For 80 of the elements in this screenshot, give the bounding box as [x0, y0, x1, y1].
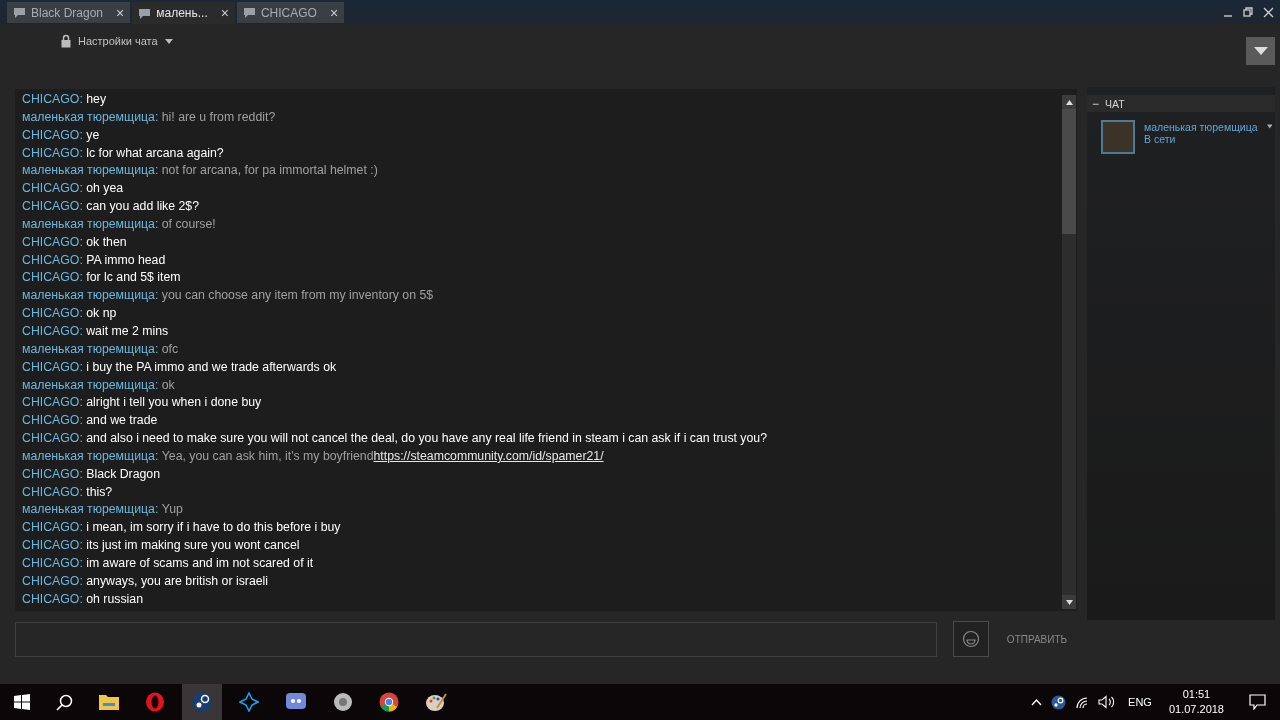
chat-message: маленькая тюремщица: ok: [22, 376, 176, 394]
chat-message: маленькая тюремщица: Yea, you can ask him, it's my boyfriendhttps://steamcommunity.com/id/spamer21/: [22, 447, 605, 465]
chat-message: маленькая тюремщица: not for arcana, for pa immortal helmet :): [22, 162, 379, 180]
chat-message: CHICAGO: and we trade: [22, 412, 159, 430]
steam-icon[interactable]: [1051, 694, 1067, 710]
chat-message: CHICAGO: for lc and 5$ item: [22, 269, 182, 287]
send-button[interactable]: ОТПРАВИТЬ: [997, 633, 1077, 645]
chat-message: CHICAGO: oh yea: [22, 180, 125, 198]
chat-message: маленькая тюремщица: you can choose any item from my inventory on 5$: [22, 287, 435, 305]
close-tab-button[interactable]: ×: [220, 5, 229, 21]
chat-message: CHICAGO: ok then: [22, 233, 128, 251]
caret-icon: [1253, 47, 1268, 55]
notification-icon[interactable]: [1249, 694, 1266, 710]
chat-message: маленькая тюремщица: ofc: [22, 340, 180, 358]
scrollbar[interactable]: [1062, 95, 1076, 609]
chat-message: CHICAGO: alright i tell you when i done buy: [22, 394, 263, 412]
chat-message: CHICAGO: anyways, you are british or israeli: [22, 572, 270, 590]
steam-icon[interactable]: [191, 691, 213, 713]
chat-message: CHICAGO: can you add like 2$?: [22, 198, 201, 216]
chrome-icon[interactable]: [379, 692, 399, 712]
close-icon[interactable]: [1263, 7, 1274, 18]
scrollbar-thumb[interactable]: [1062, 109, 1076, 234]
search-icon[interactable]: [56, 693, 73, 711]
chat-message: маленькая тюремщица: Yup: [22, 501, 184, 519]
chat-message: CHICAGO: ye: [22, 126, 101, 144]
chat-message: CHICAGO: wait me 2 mins: [22, 322, 170, 340]
caret-icon: [164, 38, 173, 44]
collapse-toggle[interactable]: −: [1092, 96, 1099, 111]
close-tab-button[interactable]: ×: [329, 4, 339, 21]
chat-message: маленькая тюремщица: hi! are u from reddit?: [22, 108, 277, 126]
chat-message: CHICAGO: im aware of scams and im not scared of it: [22, 554, 315, 572]
chat-message: CHICAGO: hey: [22, 91, 108, 108]
language-indicator[interactable]: ENG: [1128, 696, 1152, 708]
friend-status: В сети: [1144, 133, 1177, 145]
chat-app-icon[interactable]: [285, 692, 307, 712]
scroll-up-icon[interactable]: [1065, 99, 1073, 105]
message-link[interactable]: https://steamcommunity.com/id/spamer21/: [373, 448, 604, 463]
chat-message: CHICAGO: this?: [22, 483, 114, 501]
emoticon-button[interactable]: [953, 621, 989, 657]
chat-message: CHICAGO: and also i need to make sure you will not cancel the deal, do you have any real life friend in steam i can ask if i can trust you?: [22, 430, 769, 448]
friend-name[interactable]: маленькая тюремщица: [1144, 122, 1258, 134]
group-header[interactable]: − ЧАТ: [1087, 95, 1275, 112]
palette-icon[interactable]: [425, 692, 447, 712]
message-input[interactable]: [15, 621, 937, 657]
chat-bubble-icon: [138, 7, 152, 19]
close-tab-button[interactable]: ×: [116, 4, 125, 21]
chat-message: CHICAGO: i mean, im sorry if i have to do this before i buy: [22, 519, 342, 537]
chat-message: CHICAGO: i buy the PA immo and we trade afterwards ok: [22, 358, 338, 376]
folder-icon[interactable]: [99, 694, 119, 710]
chat-message: CHICAGO: oh russian: [22, 590, 144, 608]
tab-label: Black Dragon: [31, 5, 104, 20]
volume-icon[interactable]: [1098, 695, 1116, 709]
tab-label: CHICAGO: [260, 5, 317, 20]
clock-date[interactable]: 01.07.2018: [1168, 702, 1224, 717]
chat-bubble-icon: [242, 7, 256, 18]
group-label: ЧАТ: [1105, 97, 1125, 110]
chat-message: CHICAGO: lc for what arcana again?: [22, 144, 225, 162]
chevron-up-icon[interactable]: [1031, 698, 1043, 706]
chat-message: CHICAGO: Black Dragon: [22, 465, 162, 483]
clock-time[interactable]: 01:51: [1182, 687, 1211, 702]
smiley-icon: [962, 630, 980, 648]
chat-settings-button[interactable]: Настройки чата: [61, 34, 173, 48]
chat-bubble-icon: [13, 7, 26, 18]
scroll-down-icon[interactable]: [1065, 599, 1073, 605]
chat-tab[interactable]: малень... ×: [132, 2, 235, 24]
chat-message: CHICAGO: ok np: [22, 305, 118, 323]
chat-tab[interactable]: Black Dragon ×: [7, 2, 131, 23]
restore-icon[interactable]: [1243, 7, 1253, 17]
browser-o-icon[interactable]: [145, 692, 165, 712]
chat-message: маленькая тюремщица: of course!: [22, 215, 217, 233]
chat-tab[interactable]: CHICAGO ×: [236, 2, 345, 23]
tab-label: малень...: [156, 6, 208, 20]
lock-icon: [61, 34, 71, 48]
chat-message: CHICAGO: PA immo head: [22, 251, 167, 269]
dropdown-button[interactable]: [1246, 37, 1275, 65]
avatar-placeholder[interactable]: [1101, 120, 1135, 154]
caret-icon[interactable]: [1266, 124, 1272, 129]
chat-message: CHICAGO: its just im making sure you wont cancel: [22, 537, 301, 555]
wifi-icon[interactable]: [1075, 695, 1090, 709]
windows-start-icon[interactable]: [14, 694, 30, 710]
